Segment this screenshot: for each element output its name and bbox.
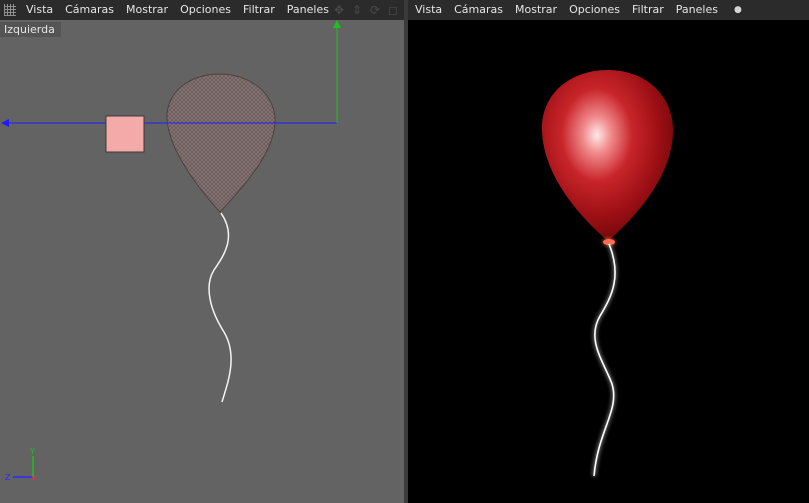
left-viewport[interactable]: Vista Cámaras Mostrar Opciones Filtrar P… bbox=[0, 0, 404, 503]
balloon-string[interactable] bbox=[208, 212, 232, 403]
gizmo-x-mark: × bbox=[30, 473, 37, 482]
y-axis-arrow bbox=[333, 20, 341, 28]
left-viewport-canvas: Y Z × bbox=[1, 20, 341, 482]
gizmo-y-label: Y bbox=[29, 447, 35, 456]
render-canvas bbox=[541, 70, 674, 477]
right-viewport[interactable]: Vista Cámaras Mostrar Opciones Filtrar P… bbox=[408, 0, 809, 503]
balloon-wireframe[interactable] bbox=[166, 73, 276, 213]
object-box[interactable] bbox=[105, 115, 145, 153]
gizmo-z-label: Z bbox=[5, 473, 11, 482]
rendered-balloon[interactable] bbox=[541, 70, 674, 241]
axis-gizmo: Y Z × bbox=[5, 447, 37, 482]
x-axis-arrow bbox=[1, 119, 9, 127]
rendered-string[interactable] bbox=[593, 243, 616, 477]
